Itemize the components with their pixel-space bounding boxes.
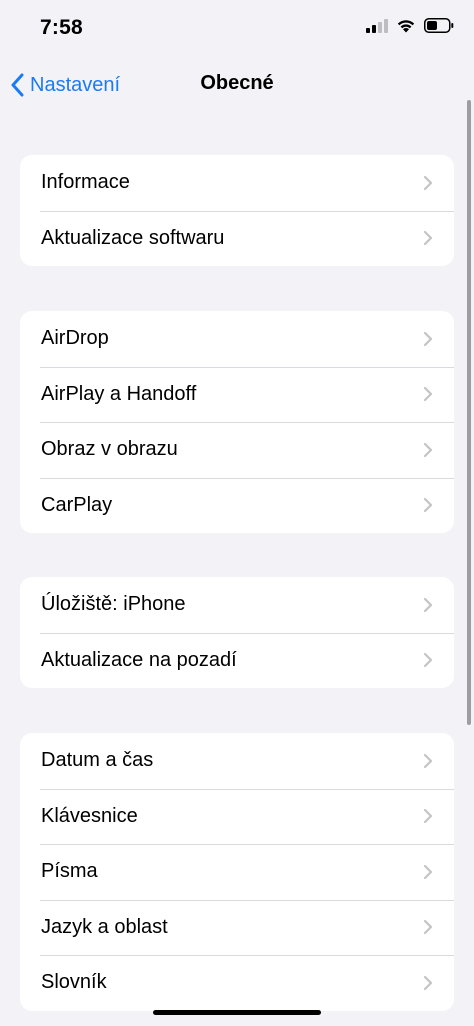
settings-row[interactable]: Jazyk a oblast [20, 899, 454, 956]
settings-group-connectivity: AirDrop AirPlay a Handoff Obraz v obrazu… [20, 311, 454, 533]
navigation-bar: Nastavení Obecné [0, 58, 474, 112]
settings-row-label: Úložiště: iPhone [41, 593, 186, 616]
settings-row[interactable]: AirDrop [20, 311, 454, 367]
status-time: 7:58 [40, 16, 83, 39]
battery-icon [424, 18, 454, 33]
settings-row[interactable]: Písma [20, 844, 454, 900]
status-icons [366, 18, 454, 33]
settings-row[interactable]: Informace [20, 155, 454, 211]
settings-row[interactable]: Úložiště: iPhone [20, 577, 454, 633]
settings-row-label: AirPlay a Handoff [41, 382, 197, 405]
wifi-icon [397, 20, 415, 33]
settings-row[interactable]: Slovník [20, 955, 454, 1011]
settings-row[interactable]: Datum a čas [20, 733, 454, 789]
chevron-right-icon [423, 175, 433, 190]
settings-row[interactable]: Aktualizace na pozadí [20, 632, 454, 689]
settings-row-label: Obraz v obrazu [41, 438, 178, 461]
chevron-right-icon [423, 920, 433, 935]
chevron-right-icon [423, 597, 433, 612]
settings-group-storage: Úložiště: iPhone Aktualizace na pozadí [20, 577, 454, 688]
settings-row-label: CarPlay [41, 493, 113, 516]
home-indicator[interactable] [153, 1010, 321, 1015]
status-bar: 7:58 [0, 0, 474, 58]
settings-row-label: Datum a čas [41, 749, 154, 772]
settings-row-label: Informace [41, 171, 130, 194]
settings-row-label: Slovník [41, 971, 107, 994]
settings-row[interactable]: Obraz v obrazu [20, 422, 454, 478]
settings-row-label: Klávesnice [41, 804, 138, 827]
chevron-right-icon [423, 498, 433, 513]
chevron-right-icon [423, 231, 433, 246]
chevron-right-icon [423, 442, 433, 457]
chevron-right-icon [423, 864, 433, 879]
chevron-right-icon [423, 387, 433, 402]
settings-row[interactable]: CarPlay [20, 477, 454, 534]
settings-row-label: Aktualizace na pozadí [41, 648, 237, 671]
settings-group-locale: Datum a čas Klávesnice Písma Jazyk a obl… [20, 733, 454, 1011]
settings-row-label: Jazyk a oblast [41, 915, 168, 938]
page-title: Obecné [200, 72, 274, 94]
chevron-right-icon [423, 809, 433, 824]
settings-row-label: Písma [41, 860, 98, 883]
cellular-signal-icon [366, 18, 388, 33]
scroll-indicator[interactable] [467, 100, 471, 725]
settings-row-label: AirDrop [41, 327, 109, 350]
chevron-right-icon [423, 653, 433, 668]
settings-row[interactable]: Aktualizace softwaru [20, 210, 454, 267]
chevron-right-icon [423, 975, 433, 990]
settings-row[interactable]: Klávesnice [20, 788, 454, 845]
settings-row[interactable]: AirPlay a Handoff [20, 366, 454, 423]
chevron-right-icon [423, 331, 433, 346]
settings-row-label: Aktualizace softwaru [41, 226, 225, 249]
chevron-right-icon [423, 753, 433, 768]
settings-group-about: Informace Aktualizace softwaru [20, 155, 454, 266]
